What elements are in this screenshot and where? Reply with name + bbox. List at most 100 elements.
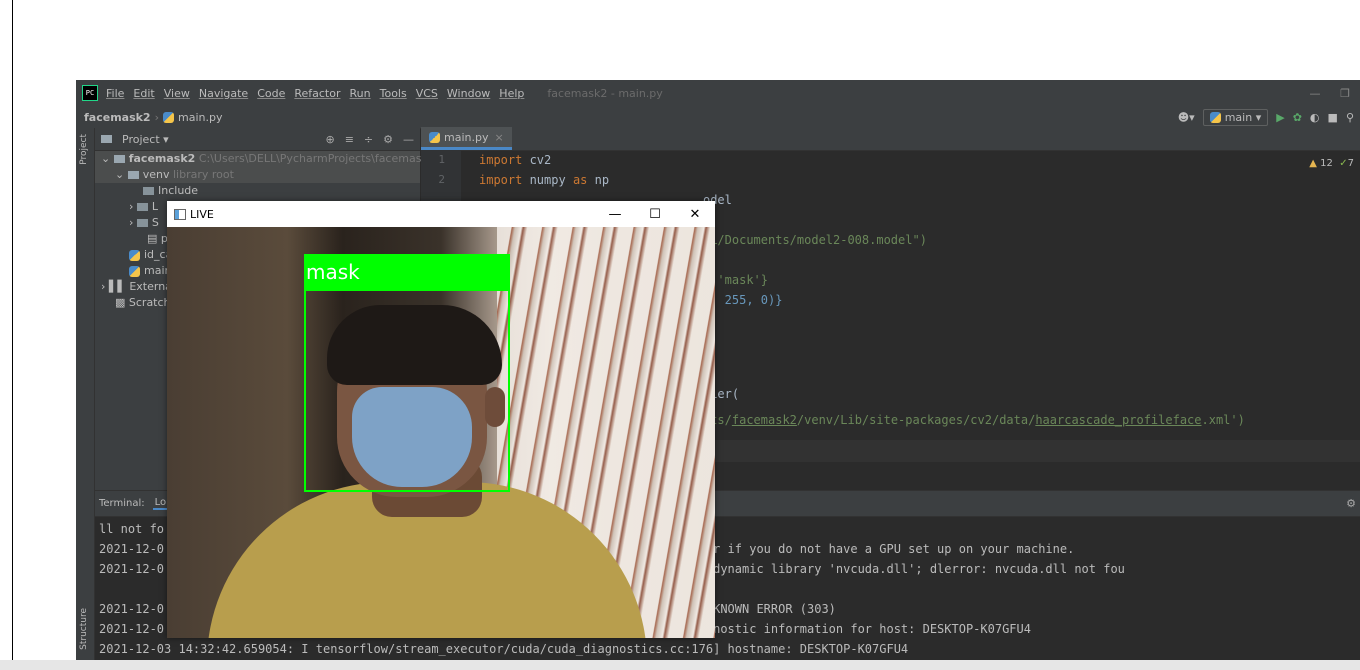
- weak-warning-icon: ✓: [1339, 158, 1348, 169]
- tree-hint: library root: [172, 168, 234, 181]
- locate-icon[interactable]: ⊕: [325, 133, 334, 146]
- breadcrumb-project[interactable]: facemask2: [76, 111, 151, 124]
- live-window-controls: — ☐ ✕: [595, 207, 715, 222]
- live-window-title: LIVE: [190, 207, 214, 221]
- tree-label: venv: [142, 168, 170, 181]
- tree-label: Include: [158, 184, 199, 197]
- folder-icon: [143, 187, 154, 195]
- gear-icon[interactable]: ⚙: [383, 133, 393, 146]
- scratch-icon: ▩: [115, 296, 129, 309]
- menu-edit[interactable]: Edit: [133, 87, 154, 100]
- code-token: LL/Documents/model2-008.model"): [702, 233, 927, 247]
- chevron-down-icon: ⌄: [115, 168, 128, 181]
- close-tab-icon[interactable]: ×: [494, 131, 503, 144]
- terminal-tab[interactable]: Lo: [152, 497, 169, 510]
- library-icon: ▌▌: [108, 280, 130, 293]
- minimize-icon[interactable]: —: [595, 207, 635, 222]
- tree-item-venv[interactable]: ⌄ venv library root: [95, 167, 420, 183]
- search-icon[interactable]: ⚲: [1346, 111, 1354, 124]
- line-number: 1: [438, 153, 445, 166]
- user-icon[interactable]: ☻▾: [1178, 111, 1195, 124]
- tree-item-include[interactable]: Include: [95, 183, 420, 199]
- close-icon[interactable]: ✕: [675, 207, 715, 222]
- menu-navigate[interactable]: Navigate: [199, 87, 248, 100]
- config-file-icon: ▤: [147, 232, 161, 245]
- editor-tabs: main.py ×: [421, 127, 1360, 151]
- dropdown-icon[interactable]: ▾: [160, 133, 169, 146]
- left-tool-strip: Project Structure: [76, 128, 95, 660]
- detection-label: mask: [304, 254, 510, 290]
- run-config-select[interactable]: main ▾: [1202, 108, 1269, 126]
- page-bottom-bar: [0, 660, 1360, 670]
- window-title: facemask2 - main.py: [547, 86, 663, 100]
- tree-label: L: [151, 200, 159, 213]
- code-token: cv2: [522, 153, 552, 167]
- tab-main-py[interactable]: main.py ×: [421, 127, 512, 150]
- code-token: numpy: [522, 173, 573, 187]
- code-token: facemask2: [731, 413, 797, 427]
- project-panel-header: Project ▾ ⊕ ≡ ÷ ⚙ —: [95, 128, 420, 151]
- stop-icon[interactable]: ■: [1328, 111, 1338, 124]
- run-icon[interactable]: ▶: [1276, 111, 1284, 124]
- run-toolbar: ☻▾ main ▾ ▶ ✿ ◐ ■ ⚲: [1178, 106, 1360, 128]
- project-tool-tab[interactable]: Project: [79, 134, 89, 165]
- breadcrumb-separator-icon: ›: [154, 110, 159, 124]
- chevron-right-icon: ›: [129, 216, 137, 229]
- hide-icon[interactable]: —: [403, 133, 414, 146]
- opencv-window-icon: [174, 208, 186, 220]
- code-line: import cv2: [479, 150, 1245, 170]
- tree-label: S: [151, 216, 159, 229]
- menu-vcs[interactable]: VCS: [416, 87, 438, 100]
- menu-refactor[interactable]: Refactor: [294, 87, 340, 100]
- gear-icon[interactable]: ⚙: [1346, 497, 1356, 510]
- debug-icon[interactable]: ✿: [1293, 111, 1302, 124]
- navigation-bar: facemask2 › main.py ☻▾ main ▾ ▶ ✿ ◐ ■ ⚲: [76, 106, 1360, 129]
- code-token: as: [572, 173, 588, 187]
- folder-icon: [127, 171, 139, 179]
- collapse-all-icon[interactable]: ÷: [364, 133, 373, 146]
- tree-hint: C:\Users\DELL\PycharmProjects\facemask2: [198, 152, 435, 165]
- code-token: .xml'): [1201, 413, 1245, 427]
- menu-bar: PC File Edit View Navigate Code Refactor…: [76, 80, 1360, 106]
- warning-count: 12: [1320, 158, 1333, 169]
- run-config-label: main: [1224, 110, 1253, 124]
- menu-file[interactable]: File: [106, 87, 124, 100]
- expand-all-icon[interactable]: ≡: [345, 133, 354, 146]
- live-window[interactable]: LIVE — ☐ ✕ mask: [167, 201, 715, 638]
- code-token: /venv/Lib/site-packages/cv2/data/: [796, 413, 1036, 427]
- menu-view[interactable]: View: [164, 87, 190, 100]
- tree-item-facemask2[interactable]: ⌄ facemask2 C:\Users\DELL\PycharmProject…: [95, 151, 435, 167]
- python-config-icon: [1209, 112, 1221, 123]
- python-file-icon: [163, 111, 174, 123]
- python-file-icon: [429, 131, 440, 143]
- live-titlebar[interactable]: LIVE — ☐ ✕: [167, 201, 715, 227]
- python-file-icon: [129, 265, 140, 277]
- inspection-widget[interactable]: ▲ 12 ✓7: [1309, 158, 1354, 169]
- code-line: import numpy as np: [479, 170, 1245, 190]
- code-token: np: [587, 173, 610, 187]
- menu-help[interactable]: Help: [499, 87, 524, 100]
- pycharm-logo-icon: PC: [82, 85, 98, 101]
- menu-window[interactable]: Window: [447, 87, 490, 100]
- detection-box: [304, 289, 510, 492]
- menu-tools[interactable]: Tools: [380, 87, 407, 100]
- tree-label: facemask2: [128, 152, 196, 165]
- minimize-icon[interactable]: —: [1300, 87, 1330, 100]
- breadcrumb-file[interactable]: main.py: [178, 111, 222, 124]
- project-panel-tools: ⊕ ≡ ÷ ⚙ —: [325, 133, 414, 146]
- structure-tool-tab[interactable]: Structure: [79, 608, 89, 650]
- chevron-right-icon: ›: [129, 200, 137, 213]
- chevron-right-icon: ›: [101, 280, 109, 293]
- maximize-icon[interactable]: ☐: [635, 207, 675, 222]
- webcam-frame: mask: [167, 227, 715, 638]
- folder-icon: [136, 219, 148, 227]
- terminal-line: 2021-12-03 14:32:42.659054: I tensorflow…: [99, 642, 909, 656]
- weak-warning-count: 7: [1347, 158, 1354, 169]
- tab-label: main.py: [444, 130, 489, 144]
- menu-code[interactable]: Code: [257, 87, 285, 100]
- coverage-icon[interactable]: ◐: [1310, 111, 1320, 124]
- menu-run[interactable]: Run: [350, 87, 371, 100]
- project-panel-title[interactable]: Project: [122, 133, 160, 146]
- code-token: haarcascade_profileface: [1035, 413, 1202, 427]
- restore-icon[interactable]: ❐: [1330, 87, 1360, 100]
